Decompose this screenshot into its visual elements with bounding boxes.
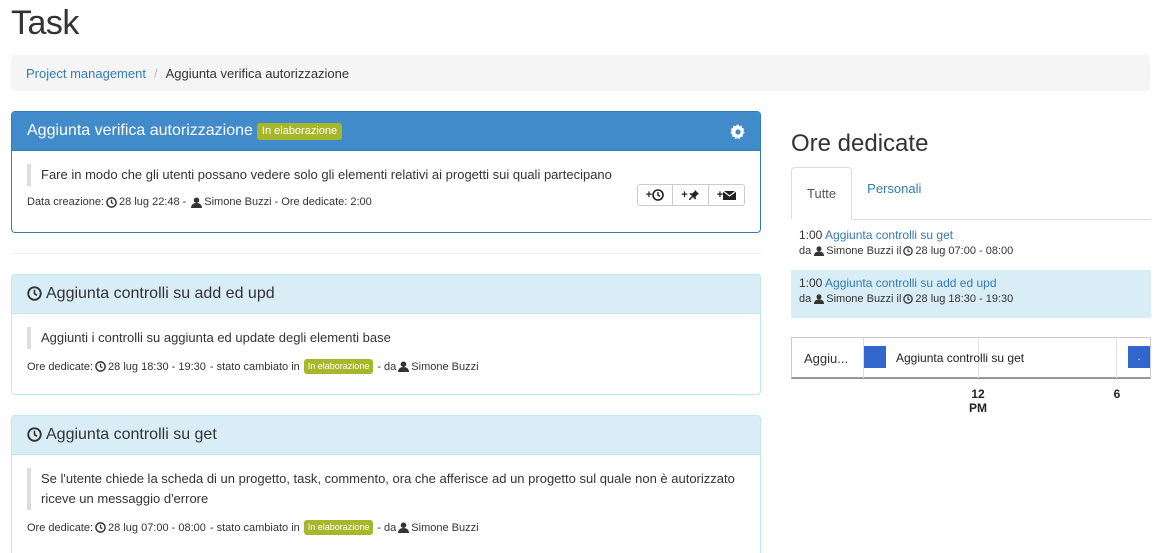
timeline-tick-label: 12 PM [966, 387, 990, 415]
entry-meta: da Simone Buzzi il 28 lug 07:00 - 08:00 [799, 245, 1143, 257]
add-time-button[interactable]: + [637, 184, 673, 206]
clock-icon [27, 426, 42, 444]
activity-heading: Aggiunta controlli su add ed upd [12, 275, 760, 314]
add-mail-button[interactable]: + [709, 184, 745, 206]
hours-entry-line: 1:00 Aggiunta controlli su get [799, 228, 1143, 242]
user-icon [814, 293, 825, 305]
created-label: Data creazione: [27, 196, 105, 208]
activity-meta: Ore dedicate: 28 lug 18:30 - 19:30 - sta… [27, 359, 745, 374]
tick-period: PM [969, 401, 987, 415]
entry-meta: da Simone Buzzi il 28 lug 18:30 - 19:30 [799, 293, 1143, 305]
entry-at: il [896, 245, 902, 257]
activity-title: Aggiunta controlli su get [46, 426, 217, 443]
page-title: Task [11, 4, 79, 42]
status-change-label: - stato cambiato in [209, 360, 300, 373]
entry-by: da [799, 293, 812, 305]
timeline-bar[interactable]: . [1128, 346, 1150, 368]
activity-heading: Aggiunta controlli su get [12, 416, 760, 455]
by-label: - da [377, 521, 397, 534]
entry-author: Simone Buzzi [826, 245, 894, 257]
clock-icon [903, 245, 914, 257]
activity-author: Simone Buzzi [411, 521, 479, 534]
tab-tutte[interactable]: Tutte [791, 167, 853, 220]
clock-icon [903, 293, 914, 305]
activity-title: Aggiunta controlli su add ed upd [46, 285, 275, 302]
clock-icon [106, 196, 117, 208]
pin-icon [688, 190, 699, 200]
activity-body: Aggiunti i controlli su aggiunta ed upda… [12, 314, 760, 384]
by-label: - da [377, 360, 397, 373]
entry-time: 28 lug 07:00 - 08:00 [915, 245, 1014, 257]
hours-entry: 1:00 Aggiunta controlli su add ed upd da… [791, 270, 1151, 318]
activity-panel: Aggiunta controlli su get Se l'utente ch… [11, 415, 761, 553]
status-badge: In elaborazione [256, 122, 343, 140]
clock-icon [652, 189, 665, 201]
gear-icon[interactable] [730, 123, 746, 139]
activity-body: Se l'utente chiede la scheda di un proge… [12, 455, 760, 545]
entry-title-link[interactable]: Aggiunta controlli su add ed upd [825, 276, 996, 290]
timeline-bar[interactable] [864, 346, 886, 368]
task-title: Aggiunta verifica autorizzazione [27, 122, 253, 139]
user-icon [191, 196, 203, 208]
timeline-row-label: Aggiu... [792, 338, 864, 378]
envelope-icon [723, 190, 737, 200]
task-author: Simone Buzzi [204, 196, 272, 208]
add-pin-button[interactable]: + [673, 184, 709, 206]
hours-entry: 1:00 Aggiunta controlli su get da Simone… [791, 222, 1151, 270]
hours-tabs: Tutte Personali [791, 167, 1151, 220]
entry-hours: 1:00 [799, 228, 823, 242]
task-actions: + + + [637, 184, 745, 206]
breadcrumb: Project management / Aggiunta verifica a… [11, 55, 1150, 91]
activity-description: Aggiunti i controlli su aggiunta ed upda… [27, 327, 745, 349]
activity-meta: Ore dedicate: 28 lug 07:00 - 08:00 - sta… [27, 520, 745, 535]
entry-at: il [896, 293, 902, 305]
user-icon [398, 361, 410, 373]
clock-icon [27, 285, 42, 303]
task-panel-body: Fare in modo che gli utenti possano vede… [12, 151, 760, 218]
activity-time: 28 lug 07:00 - 08:00 [108, 521, 206, 534]
tick-hour: 12 [971, 387, 985, 401]
task-description: Fare in modo che gli utenti possano vede… [27, 164, 745, 186]
timeline-bar-label: Aggiunta controlli su get [896, 351, 1025, 365]
activity-time: 28 lug 18:30 - 19:30 [108, 360, 206, 373]
breadcrumb-separator: / [153, 65, 158, 81]
user-icon [814, 245, 825, 257]
created-date: 28 lug 22:48 [119, 196, 180, 208]
clock-icon [95, 361, 106, 373]
hours-label: Ore dedicate: [27, 521, 94, 534]
task-panel: Aggiunta verifica autorizzazione In elab… [11, 111, 761, 233]
status-badge: In elaborazione [303, 359, 374, 374]
meta-dash: - [182, 196, 187, 208]
entry-title-link[interactable]: Aggiunta controlli su get [825, 228, 953, 242]
sidebar-title: Ore dedicate [791, 130, 929, 157]
breadcrumb-link-project-management[interactable]: Project management [26, 66, 146, 81]
user-icon [398, 522, 410, 534]
entry-time: 28 lug 18:30 - 19:30 [915, 293, 1014, 305]
activity-description: Se l'utente chiede la scheda di un proge… [27, 468, 745, 510]
entry-hours: 1:00 [799, 276, 823, 290]
entry-author: Simone Buzzi [826, 293, 894, 305]
entry-by: da [799, 245, 812, 257]
status-change-label: - stato cambiato in [209, 521, 300, 534]
timeline-chart: Aggiu... Aggiunta controlli su get . [791, 337, 1151, 379]
breadcrumb-current: Aggiunta verifica autorizzazione [165, 65, 350, 81]
activity-panel: Aggiunta controlli su add ed upd Aggiunt… [11, 274, 761, 395]
hours-label: - Ore dedicate: 2:00 [274, 196, 372, 208]
clock-icon [95, 522, 106, 534]
tab-personali[interactable]: Personali [852, 167, 936, 209]
hours-label: Ore dedicate: [27, 360, 94, 373]
activity-author: Simone Buzzi [411, 360, 479, 373]
divider [11, 253, 761, 254]
status-badge: In elaborazione [303, 520, 374, 535]
timeline-gridline [1116, 338, 1117, 378]
hours-entry-line: 1:00 Aggiunta controlli su add ed upd [799, 276, 1143, 290]
task-panel-heading: Aggiunta verifica autorizzazione In elab… [12, 112, 760, 151]
timeline-tick-label: 6 [1113, 387, 1121, 401]
